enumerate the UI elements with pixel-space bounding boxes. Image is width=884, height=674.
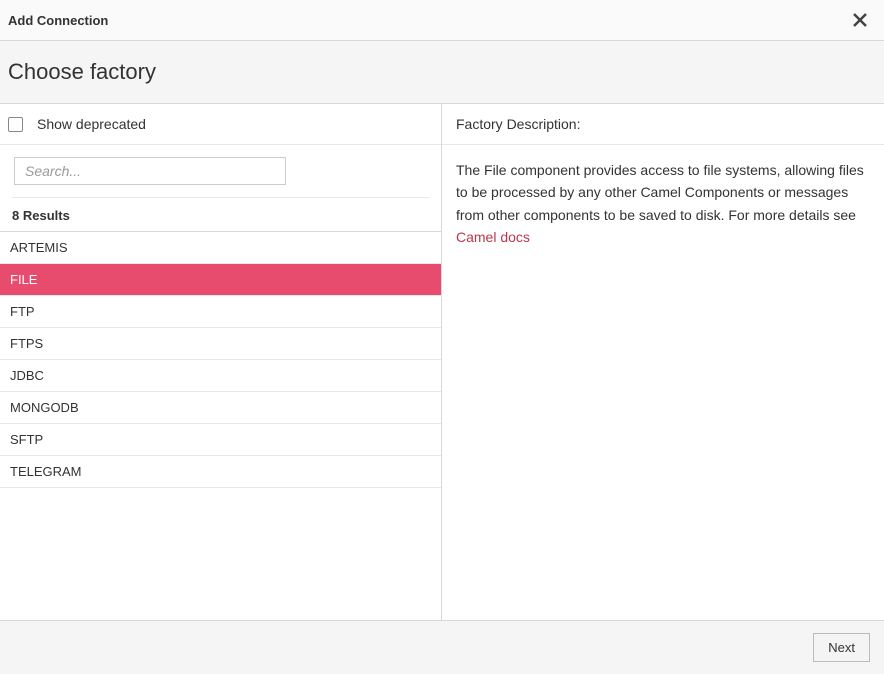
show-deprecated-row: Show deprecated [0,104,441,145]
next-button[interactable]: Next [813,633,870,662]
search-input[interactable] [14,157,286,185]
section-title-bar: Choose factory [0,41,884,104]
factory-description-body: The File component provides access to fi… [442,145,884,263]
factory-description-header: Factory Description: [442,104,884,145]
close-icon [852,12,868,28]
show-deprecated-label: Show deprecated [37,116,146,132]
dialog-title: Add Connection [8,13,108,28]
factory-item-mongodb[interactable]: MONGODB [0,392,441,424]
show-deprecated-checkbox[interactable] [8,117,23,132]
camel-docs-link[interactable]: Camel docs [456,229,530,245]
factory-description-text: The File component provides access to fi… [456,162,864,223]
main-area: Show deprecated 8 Results ARTEMISFILEFTP… [0,104,884,621]
factory-item-telegram[interactable]: TELEGRAM [0,456,441,488]
close-button[interactable] [848,8,872,32]
factory-item-ftps[interactable]: FTPS [0,328,441,360]
factory-description-panel: Factory Description: The File component … [442,104,884,620]
search-wrap [0,145,441,191]
page-title: Choose factory [8,59,876,85]
factory-item-ftp[interactable]: FTP [0,296,441,328]
factory-list: ARTEMISFILEFTPFTPSJDBCMONGODBSFTPTELEGRA… [0,232,441,488]
dialog-footer: Next [0,621,884,674]
factory-item-jdbc[interactable]: JDBC [0,360,441,392]
factory-item-file[interactable]: FILE [0,264,441,296]
factory-left-panel: Show deprecated 8 Results ARTEMISFILEFTP… [0,104,442,620]
factory-item-sftp[interactable]: SFTP [0,424,441,456]
add-connection-dialog: Add Connection Choose factory Show depre… [0,0,884,674]
dialog-header: Add Connection [0,0,884,41]
results-count: 8 Results [0,198,441,232]
factory-item-artemis[interactable]: ARTEMIS [0,232,441,264]
